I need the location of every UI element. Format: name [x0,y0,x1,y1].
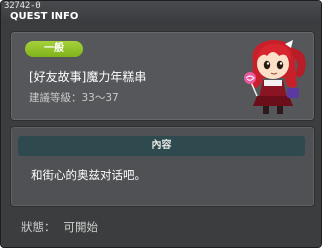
quest-info-window: 32742-0 QUEST INFO 一般 [好友故事]魔力年糕串 建議等級：3… [0,0,322,248]
quest-title: [好友故事]魔力年糕串 [29,70,147,84]
status-row: 狀態： 可開始 [21,219,106,235]
quest-content-panel: 內容 和街心的奥兹对话吧。 [10,126,315,207]
status-value: 可開始 [63,220,99,234]
window-title: QUEST INFO [10,11,79,22]
npc-portrait-icon [244,40,306,114]
quest-header-panel: 一般 [好友故事]魔力年糕串 建議等級：33～37 [10,31,315,121]
content-text: 和街心的奥兹对话吧。 [31,168,146,182]
quest-id: 32742-0 [4,1,41,11]
category-badge: 一般 [25,41,83,57]
content-header: 內容 [18,136,305,156]
title-bar[interactable]: 32742-0 QUEST INFO [1,1,321,23]
recommended-level: 建議等級：33～37 [29,92,119,104]
status-label: 狀態： [21,220,56,234]
